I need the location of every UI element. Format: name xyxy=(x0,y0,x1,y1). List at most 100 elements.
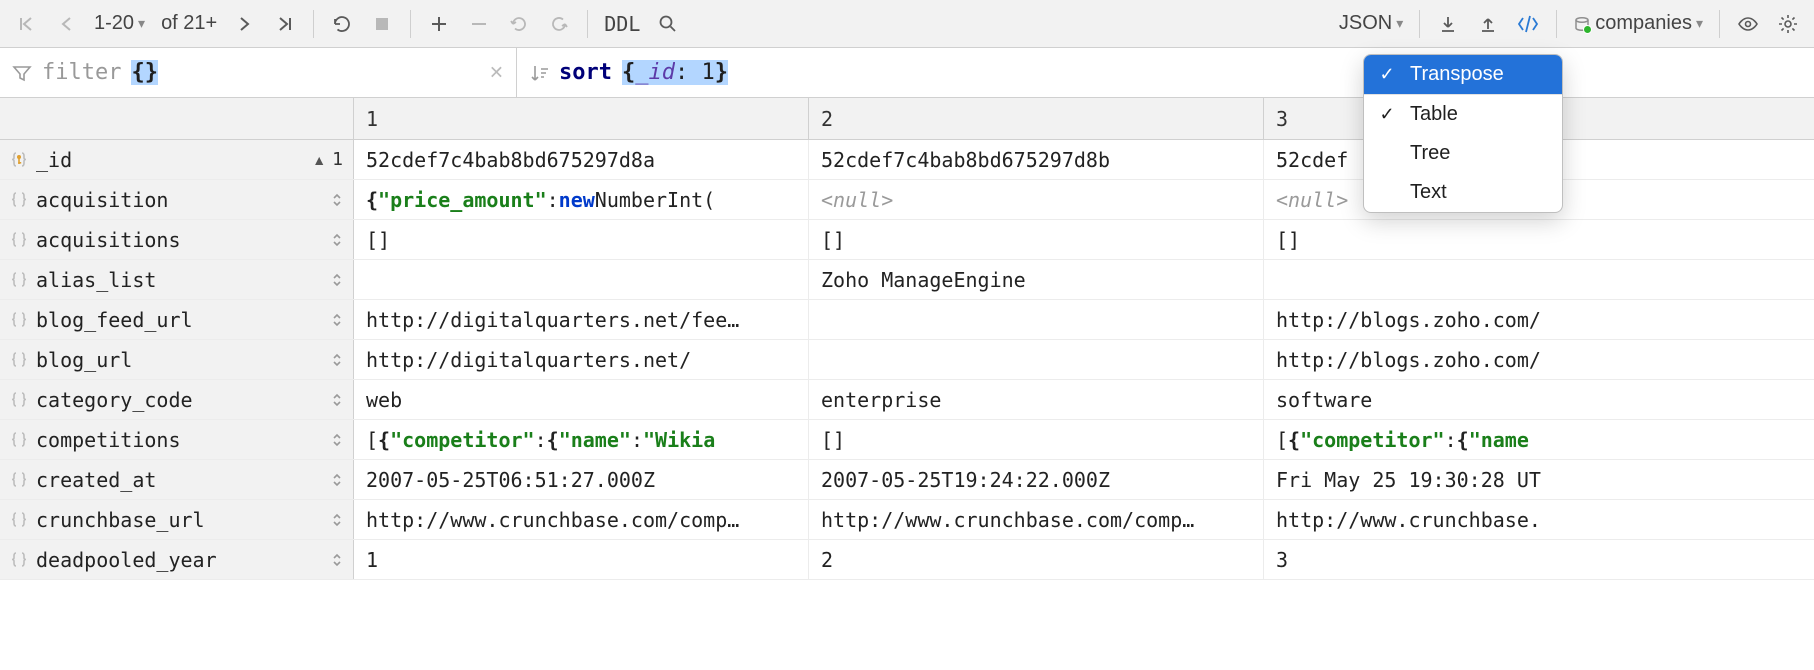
first-page-button[interactable] xyxy=(8,6,44,42)
data-cell[interactable]: [{"competitor": {"name": "Wikia xyxy=(354,420,809,459)
braces-icon xyxy=(10,311,28,329)
sort-handle-icon[interactable] xyxy=(331,312,343,328)
field-label-cell[interactable]: blog_feed_url xyxy=(0,300,354,339)
view-mode-button[interactable] xyxy=(1730,6,1766,42)
sort-index: 1 xyxy=(332,149,343,170)
data-cell[interactable]: 52cdef7c4bab8bd675297d8b xyxy=(809,140,1264,179)
filter-input[interactable]: filter {} ✕ xyxy=(0,48,517,97)
data-cell[interactable]: http://www.crunchbase.com/comp… xyxy=(809,500,1264,539)
data-cell[interactable]: 3 xyxy=(1264,540,1814,579)
datasource-label: companies xyxy=(1595,12,1692,35)
data-cell[interactable] xyxy=(809,340,1264,379)
data-cell[interactable]: 1 xyxy=(354,540,809,579)
clear-filter-button[interactable]: ✕ xyxy=(489,62,504,83)
data-cell[interactable]: Zoho ManageEngine xyxy=(809,260,1264,299)
menu-item-text[interactable]: Text xyxy=(1364,173,1562,212)
export-button[interactable] xyxy=(1430,6,1466,42)
page-range-dropdown[interactable]: 1-20 ▾ xyxy=(88,12,151,35)
sort-handle-icon[interactable] xyxy=(331,232,343,248)
braces-icon xyxy=(10,391,28,409)
braces-icon xyxy=(10,471,28,489)
data-cell[interactable] xyxy=(1264,260,1814,299)
sort-handle-icon[interactable] xyxy=(331,192,343,208)
data-cell[interactable]: http://www.crunchbase.com/comp… xyxy=(354,500,809,539)
data-cell[interactable]: 52cdef7c4bab8bd675297d8a xyxy=(354,140,809,179)
filter-value: {} xyxy=(131,60,158,85)
menu-item-transpose[interactable]: ✓ Transpose xyxy=(1364,55,1562,94)
search-button[interactable] xyxy=(650,6,686,42)
data-cell[interactable]: software xyxy=(1264,380,1814,419)
data-cell[interactable] xyxy=(354,260,809,299)
column-header[interactable]: 2 xyxy=(809,98,1264,139)
data-cell[interactable]: <null> xyxy=(809,180,1264,219)
data-cell[interactable]: http://digitalquarters.net/ xyxy=(354,340,809,379)
data-cell[interactable]: 2007-05-25T19:24:22.000Z xyxy=(809,460,1264,499)
view-mode-popup: ✓ Transpose ✓ Table Tree Text xyxy=(1363,54,1563,213)
field-label-cell[interactable]: deadpooled_year xyxy=(0,540,354,579)
data-cell[interactable]: 2007-05-25T06:51:27.000Z xyxy=(354,460,809,499)
field-name: blog_url xyxy=(36,348,132,372)
key-icon xyxy=(10,151,28,169)
data-cell[interactable]: [{"competitor": {"name xyxy=(1264,420,1814,459)
sort-handle-icon[interactable] xyxy=(331,512,343,528)
field-label-cell[interactable]: acquisitions xyxy=(0,220,354,259)
filter-icon xyxy=(12,63,32,83)
sort-handle-icon[interactable] xyxy=(331,352,343,368)
data-cell[interactable]: http://www.crunchbase. xyxy=(1264,500,1814,539)
ddl-button[interactable]: DDL xyxy=(598,12,646,36)
import-button[interactable] xyxy=(1470,6,1506,42)
toolbar-separator xyxy=(1719,10,1720,38)
field-label-cell[interactable]: competitions xyxy=(0,420,354,459)
data-cell[interactable]: [] xyxy=(809,220,1264,259)
field-name: crunchbase_url xyxy=(36,508,205,532)
last-page-button[interactable] xyxy=(267,6,303,42)
field-label-cell[interactable]: acquisition xyxy=(0,180,354,219)
field-label-cell[interactable]: created_at xyxy=(0,460,354,499)
menu-item-tree[interactable]: Tree xyxy=(1364,134,1562,173)
data-cell[interactable]: http://blogs.zoho.com/ xyxy=(1264,300,1814,339)
data-cell[interactable]: web xyxy=(354,380,809,419)
sort-handle-icon[interactable] xyxy=(331,472,343,488)
field-label-cell[interactable]: alias_list xyxy=(0,260,354,299)
column-header[interactable]: 1 xyxy=(354,98,809,139)
reload-button[interactable] xyxy=(324,6,360,42)
data-cell[interactable]: 2 xyxy=(809,540,1264,579)
menu-item-table[interactable]: ✓ Table xyxy=(1364,95,1562,134)
field-label-cell[interactable]: blog_url xyxy=(0,340,354,379)
commit-button[interactable] xyxy=(541,6,577,42)
toolbar-separator xyxy=(1556,10,1557,38)
stop-button[interactable] xyxy=(364,6,400,42)
table-row: acquisitions[][][] xyxy=(0,220,1814,260)
data-cell[interactable]: Fri May 25 19:30:28 UT xyxy=(1264,460,1814,499)
sort-handle-icon[interactable] xyxy=(331,552,343,568)
field-label-cell[interactable]: crunchbase_url xyxy=(0,500,354,539)
data-cell[interactable]: http://blogs.zoho.com/ xyxy=(1264,340,1814,379)
add-row-button[interactable] xyxy=(421,6,457,42)
data-cell[interactable]: http://digitalquarters.net/fee… xyxy=(354,300,809,339)
datasource-dropdown[interactable]: companies ▾ xyxy=(1567,12,1709,35)
prev-page-button[interactable] xyxy=(48,6,84,42)
data-cell[interactable]: {"price_amount": new NumberInt( xyxy=(354,180,809,219)
data-cell[interactable]: enterprise xyxy=(809,380,1264,419)
field-label-cell[interactable]: _id▲1 xyxy=(0,140,354,179)
field-name: competitions xyxy=(36,428,181,452)
data-cell[interactable] xyxy=(809,300,1264,339)
sort-handle-icon[interactable] xyxy=(331,392,343,408)
sort-handle-icon[interactable] xyxy=(331,272,343,288)
revert-button[interactable] xyxy=(501,6,537,42)
datasource-icon xyxy=(1573,15,1591,33)
next-page-button[interactable] xyxy=(227,6,263,42)
sort-handle-icon[interactable] xyxy=(331,432,343,448)
field-name: created_at xyxy=(36,468,156,492)
remove-row-button[interactable] xyxy=(461,6,497,42)
field-label-cell[interactable]: category_code xyxy=(0,380,354,419)
braces-icon xyxy=(10,351,28,369)
sort-input[interactable]: sort {_id: 1} xyxy=(517,48,1814,97)
data-cell[interactable]: [] xyxy=(809,420,1264,459)
compare-button[interactable] xyxy=(1510,6,1546,42)
data-cell[interactable]: [] xyxy=(354,220,809,259)
settings-button[interactable] xyxy=(1770,6,1806,42)
data-cell[interactable]: [] xyxy=(1264,220,1814,259)
braces-icon xyxy=(10,271,28,289)
output-format-dropdown[interactable]: JSON ▾ xyxy=(1333,12,1409,35)
